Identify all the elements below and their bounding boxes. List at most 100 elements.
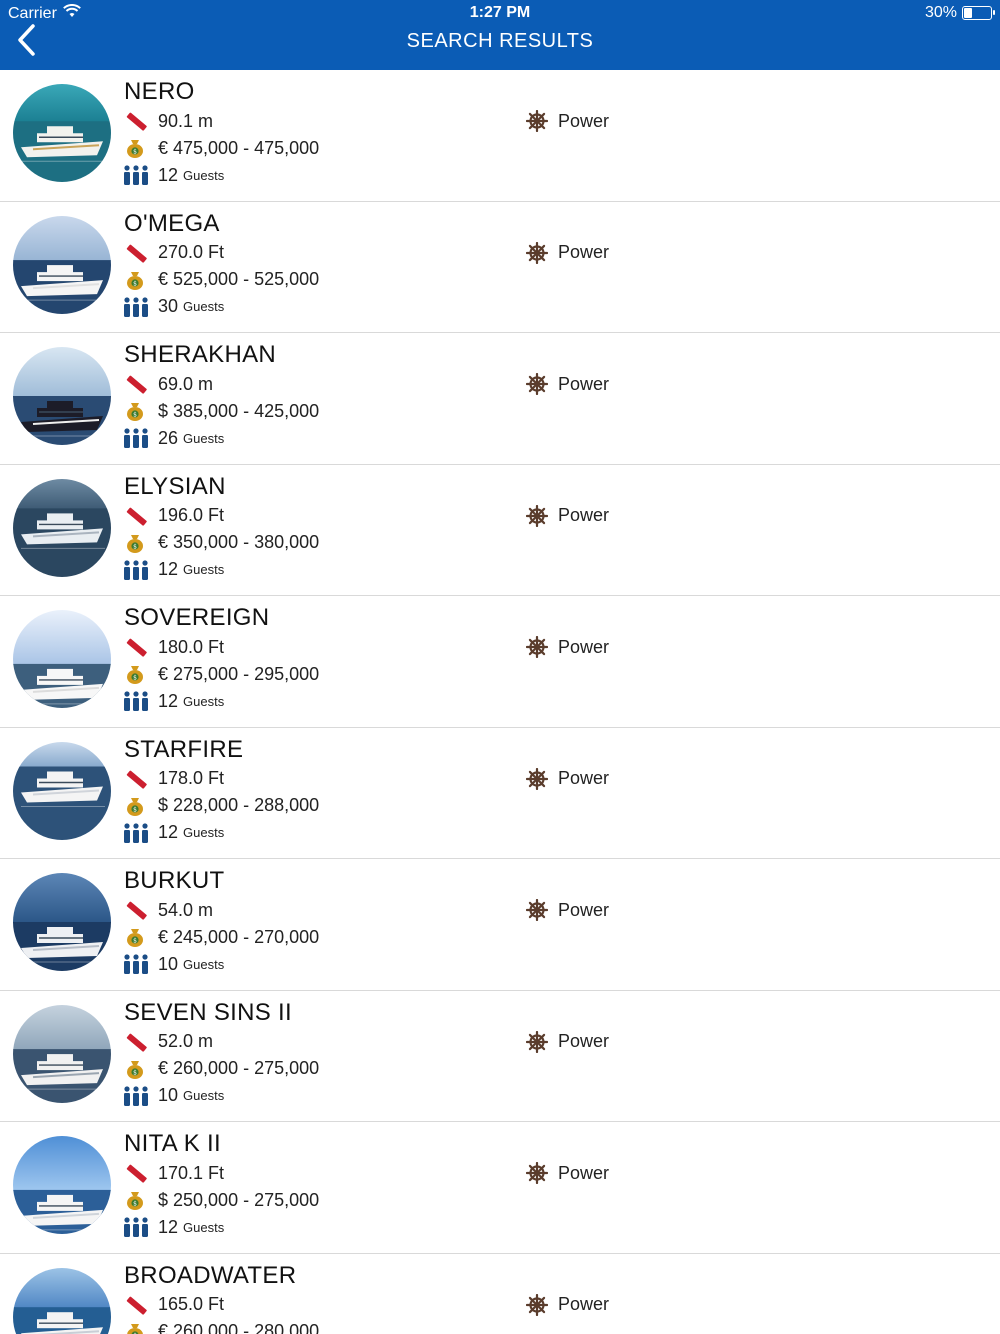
- money-bag-icon: $: [124, 532, 150, 554]
- guests-icon: [124, 1216, 150, 1238]
- svg-text:$: $: [133, 938, 137, 945]
- guests-value: 12: [158, 559, 179, 579]
- result-row[interactable]: STARFIRE 178.0 Ft $ $ 228,000 - 288,000 12 Gu…: [0, 728, 1000, 859]
- yacht-name: SOVEREIGN: [124, 604, 270, 631]
- ruler-icon: [124, 242, 150, 264]
- yacht-type: Power: [526, 899, 609, 921]
- yacht-name: SHERAKHAN: [124, 341, 277, 368]
- yacht-length: 196.0 Ft: [124, 505, 224, 527]
- guests-icon: [124, 690, 150, 712]
- length-value: 178.0 Ft: [158, 768, 225, 788]
- type-value: Power: [558, 242, 610, 262]
- yacht-name: STARFIRE: [124, 735, 244, 763]
- ruler-icon: [124, 373, 150, 395]
- guests-label: Guests: [183, 1088, 225, 1103]
- price-value: € 260,000 - 280,000: [158, 1321, 320, 1334]
- yacht-thumbnail: [13, 478, 111, 577]
- helm-wheel-icon: [526, 241, 548, 264]
- page-title: SEARCH RESULTS: [406, 30, 594, 52]
- yacht-length: 170.1 Ft: [124, 1162, 224, 1184]
- guests-value: 12: [158, 1216, 179, 1237]
- yacht-type: Power: [526, 241, 610, 264]
- yacht-type: Power: [526, 767, 609, 790]
- result-row[interactable]: NERO 90.1 m $ € 475,000 - 475,000 12 Guests Po…: [0, 70, 1000, 202]
- price-value: € 275,000 - 295,000: [158, 663, 320, 684]
- yacht-thumbnail: [13, 1267, 111, 1334]
- result-row[interactable]: O'MEGA 270.0 Ft $ € 525,000 - 525,000 30 Gues…: [0, 202, 1000, 333]
- guests-label: Guests: [183, 562, 225, 577]
- ruler-icon: [124, 110, 150, 132]
- guests-value: 12: [158, 822, 179, 842]
- helm-wheel-icon: [526, 767, 548, 790]
- navigation-bar: Carrier 1:27 PM 30% SEARCH RESULTS: [0, 0, 1000, 70]
- yacht-length: 165.0 Ft: [124, 1294, 224, 1316]
- yacht-name: SEVEN SINS II: [124, 998, 292, 1026]
- results-list: NERO 90.1 m $ € 475,000 - 475,000 12 Guests Po…: [0, 70, 1000, 1334]
- result-row[interactable]: ELYSIAN 196.0 Ft $ € 350,000 - 380,000 12 Gue…: [0, 465, 1000, 596]
- type-value: Power: [558, 1031, 610, 1051]
- svg-text:$: $: [133, 806, 137, 813]
- money-bag-icon: $: [124, 1321, 150, 1334]
- yacht-thumbnail: [13, 741, 111, 840]
- guests-label: Guests: [183, 693, 225, 709]
- type-value: Power: [558, 1294, 610, 1314]
- guests-value: 26: [158, 427, 179, 448]
- yacht-length: 90.1 m: [124, 110, 213, 132]
- result-row[interactable]: SOVEREIGN 180.0 Ft $ € 275,000 - 295,000 12 G…: [0, 596, 1000, 728]
- yacht-thumbnail: [13, 347, 111, 445]
- helm-wheel-icon: [526, 636, 548, 658]
- guests-label: Guests: [183, 430, 225, 446]
- result-row[interactable]: SEVEN SINS II 52.0 m $ € 260,000 - 275,000 1…: [0, 991, 1000, 1122]
- yacht-thumbnail: [13, 215, 111, 314]
- yacht-type: Power: [526, 636, 609, 658]
- svg-text:$: $: [133, 412, 137, 419]
- guests-value: 10: [158, 953, 179, 974]
- yacht-thumbnail: [13, 873, 111, 971]
- yacht-price: $ € 350,000 - 380,000: [124, 532, 319, 554]
- money-bag-icon: $: [124, 1189, 150, 1211]
- svg-text:$: $: [133, 1201, 137, 1208]
- yacht-name: NITA K II: [124, 1130, 221, 1157]
- yacht-guests: 10 Guests: [124, 953, 224, 975]
- result-row[interactable]: NITA K II 170.1 Ft $ $ 250,000 - 275,000 12 G…: [0, 1122, 1000, 1254]
- battery-icon: [962, 6, 995, 20]
- money-bag-icon: $: [124, 663, 150, 685]
- length-value: 180.0 Ft: [158, 636, 225, 657]
- price-value: $ 228,000 - 288,000: [158, 795, 320, 815]
- ruler-icon: [124, 1162, 150, 1184]
- price-value: € 475,000 - 475,000: [158, 137, 320, 158]
- type-value: Power: [558, 373, 610, 394]
- battery-percent: 30%: [924, 4, 957, 21]
- svg-text:$: $: [133, 149, 137, 156]
- price-value: € 350,000 - 380,000: [158, 532, 320, 552]
- guests-icon: [124, 427, 150, 449]
- ruler-icon: [124, 1294, 150, 1316]
- status-battery: 30%: [924, 4, 995, 22]
- length-value: 69.0 m: [158, 373, 214, 394]
- yacht-guests: 12 Guests: [124, 1216, 224, 1238]
- length-value: 52.0 m: [158, 1031, 214, 1051]
- type-value: Power: [558, 505, 610, 525]
- result-row[interactable]: SHERAKHAN 69.0 m $ $ 385,000 - 425,000 26 Gue…: [0, 333, 1000, 465]
- yacht-length: 180.0 Ft: [124, 636, 224, 658]
- yacht-thumbnail: [13, 1136, 111, 1234]
- money-bag-icon: $: [124, 926, 150, 948]
- yacht-thumbnail: [13, 610, 111, 708]
- yacht-name: BROADWATER: [124, 1261, 297, 1289]
- guests-icon: [124, 559, 150, 581]
- result-row[interactable]: BURKUT 54.0 m $ € 245,000 - 270,000 10 Guests…: [0, 859, 1000, 991]
- price-value: € 245,000 - 270,000: [158, 926, 320, 947]
- guests-icon: [124, 953, 150, 975]
- ruler-icon: [124, 505, 150, 527]
- svg-text:$: $: [133, 1069, 137, 1076]
- status-time: 1:27 PM: [469, 4, 531, 21]
- length-value: 165.0 Ft: [158, 1294, 225, 1314]
- yacht-guests: 12 Guests: [124, 690, 224, 712]
- result-row[interactable]: BROADWATER 165.0 Ft $ € 260,000 - 280,000 Po…: [0, 1254, 1000, 1334]
- price-value: € 260,000 - 275,000: [158, 1058, 320, 1078]
- helm-wheel-icon: [526, 504, 548, 527]
- yacht-length: 178.0 Ft: [124, 768, 224, 790]
- yacht-guests: 30 Guests: [124, 296, 224, 318]
- type-value: Power: [558, 899, 610, 920]
- guests-label: Guests: [183, 1219, 225, 1235]
